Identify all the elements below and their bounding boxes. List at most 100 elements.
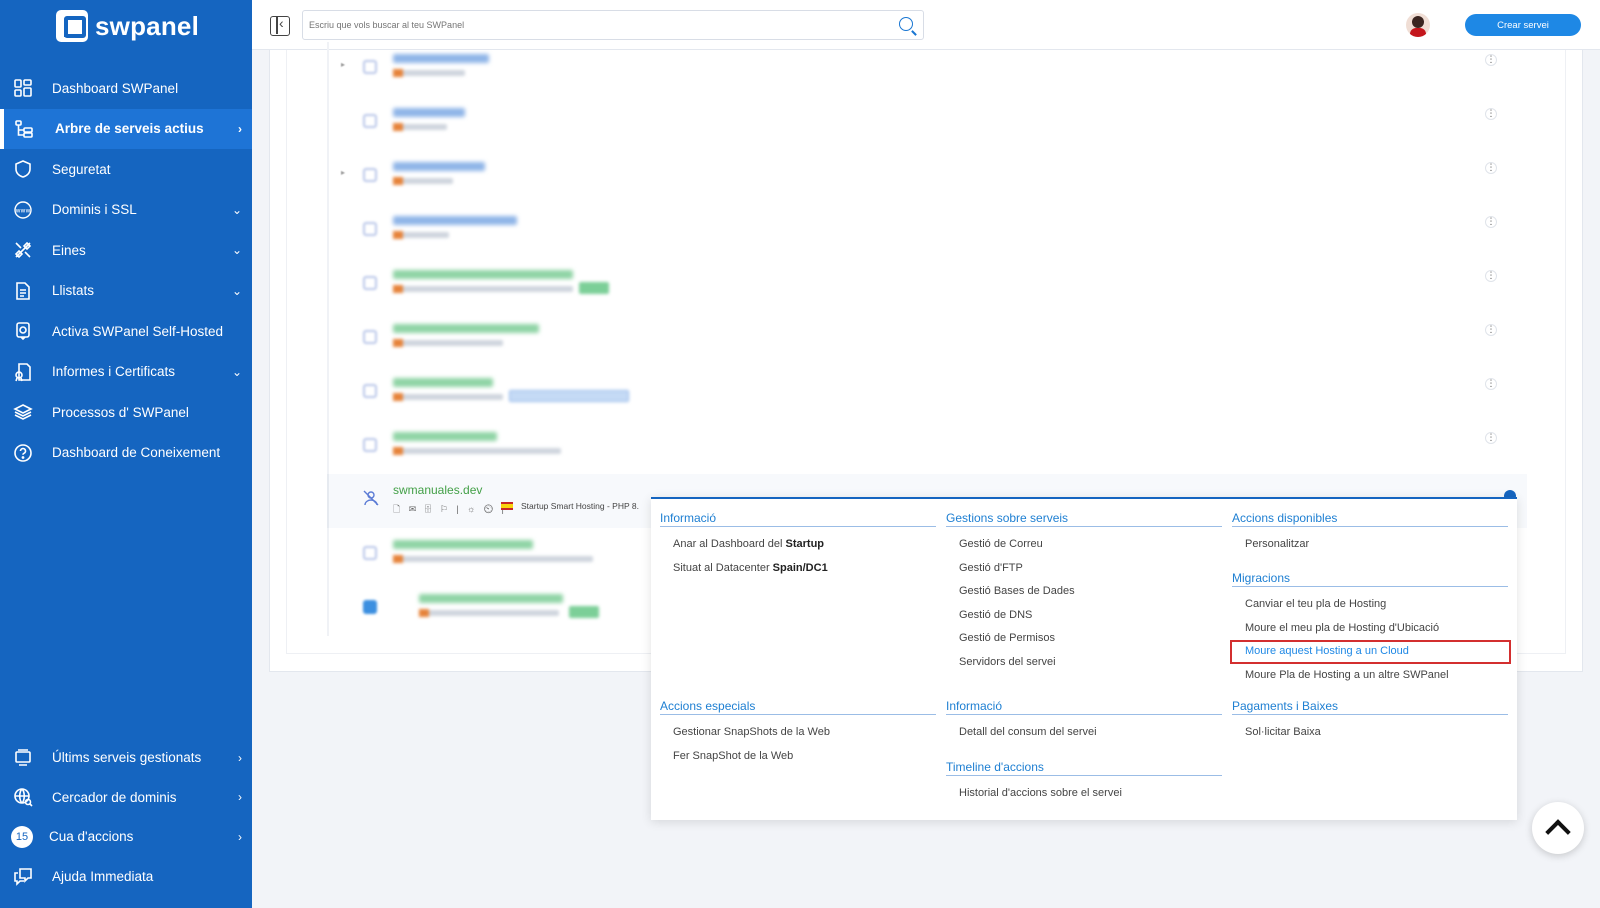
menu-item-ftp[interactable]: Gestió d'FTP [946,557,1222,581]
menu-section-title: Accions disponibles [1232,511,1508,527]
blurred-service-info [393,285,573,293]
sidebar-item-dashboard[interactable]: Dashboard SWPanel [0,68,252,109]
spain-flag-icon [501,502,513,510]
menu-item-bold: Startup [785,538,825,550]
menu-section-title: Migracions [1232,571,1508,587]
expand-icon[interactable]: ▸ [341,60,345,69]
menu-item-change-plan[interactable]: Canviar el teu pla de Hosting [1232,593,1508,617]
menu-item-permissions[interactable]: Gestió de Permisos [946,627,1222,651]
menu-item-action-history[interactable]: Historial d'accions sobre el servei [946,782,1222,806]
service-plan-info: Startup Smart Hosting - PHP 8. [521,501,639,511]
sidebar-item-reports[interactable]: Informes i Certificats ⌄ [0,352,252,393]
sidebar-item-self-hosted[interactable]: Activa SWPanel Self-Hosted [0,311,252,352]
sidebar-item-label: Dominis i SSL [52,202,137,218]
menu-item-text: Situat al Datacenter [673,561,773,574]
create-service-button[interactable]: Crear servei [1465,14,1581,36]
table-row[interactable]: ⋮ [327,96,1527,150]
sidebar-item-label: Seguretat [52,161,111,177]
shield-icon [12,158,34,180]
action-count-badge: 15 [11,825,33,848]
table-row[interactable]: ⋮ [327,204,1527,258]
menu-section-title: Timeline d'accions [946,760,1222,776]
sidebar-item-security[interactable]: Seguretat [0,149,252,190]
menu-item-request-cancel[interactable]: Sol·licitar Baixa [1232,721,1508,745]
table-row[interactable]: ⋮ [327,420,1527,474]
search-icon[interactable] [899,17,913,31]
user-icon [363,114,377,128]
sidebar-item-service-tree[interactable]: Arbre de serveis actius › [0,108,252,149]
user-icon [363,438,377,452]
kebab-menu-icon[interactable]: ⋮ [1485,54,1497,66]
sidebar-toggle-icon[interactable] [270,15,290,36]
menu-section-title: Accions especials [660,699,936,715]
blurred-service-name [393,324,539,333]
sidebar-item-lists[interactable]: Llistats ⌄ [0,271,252,312]
kebab-menu-icon[interactable]: ⋮ [1485,378,1497,390]
menu-item-make-snapshot[interactable]: Fer SnapShot de la Web [660,745,936,769]
user-icon [363,222,377,236]
sidebar-item-instant-help[interactable]: Ajuda Immediata [0,857,252,897]
sidebar-item-action-queue[interactable]: 15 Cua d'accions › [0,817,252,857]
menu-item-manage-snapshots[interactable]: Gestionar SnapShots de la Web [660,721,936,745]
menu-item-servers[interactable]: Servidors del servei [946,651,1222,675]
service-domain-link[interactable]: swmanuales.dev [393,483,482,497]
menu-item-usage-detail[interactable]: Detall del consum del servei [946,721,1222,745]
sidebar-item-domains-ssl[interactable]: www Dominis i SSL ⌄ [0,190,252,231]
kebab-menu-icon[interactable]: ⋮ [1485,432,1497,444]
sidebar-item-processes[interactable]: Processos d' SWPanel [0,392,252,433]
sidebar-item-recent-services[interactable]: Últims serveis gestionats › [0,738,252,778]
menu-item-dns[interactable]: Gestió de DNS [946,604,1222,628]
expand-icon[interactable]: ▸ [341,168,345,177]
brand-name: swpanel [95,10,199,41]
blurred-service-name [393,216,517,225]
user-icon [363,330,377,344]
menu-item-move-location[interactable]: Moure el meu pla de Hosting d'Ubicació [1232,617,1508,641]
brand-logo[interactable]: swpanel [56,10,199,42]
kebab-menu-icon[interactable]: ⋮ [1485,108,1497,120]
chevron-down-icon: ⌄ [231,364,242,379]
menu-item-datacenter: Situat al Datacenter Spain/DC1 [660,557,936,581]
table-row[interactable]: ▸ ⋮ [327,150,1527,204]
sidebar-item-label: Dashboard de Coneixement [52,445,221,461]
table-row[interactable]: ⋮ [327,258,1527,312]
kebab-menu-icon[interactable]: ⋮ [1485,324,1497,336]
sidebar-item-knowledge[interactable]: Dashboard de Coneixement [0,433,252,474]
badge-icon [12,320,34,342]
sidebar-item-label: Dashboard SWPanel [52,80,179,96]
menu-item-move-to-cloud[interactable]: Moure aquest Hosting a un Cloud [1230,640,1511,664]
scroll-to-top-button[interactable] [1532,802,1584,854]
blurred-service-name [419,594,563,603]
sidebar-item-label: Cercador de dominis [52,789,177,805]
avatar[interactable] [1406,13,1430,37]
menu-section-migrations: Migracions Canviar el teu pla de Hosting… [1230,571,1511,688]
menu-section-service-management: Gestions sobre serveis Gestió de Correu … [946,511,1222,674]
sidebar-bottom-nav: Últims serveis gestionats › Cercador de … [0,738,252,896]
monitor-icon [12,747,34,769]
menu-item-bold: Spain/DC1 [772,561,828,574]
table-row[interactable]: ⋮ [327,312,1527,366]
menu-section-available-actions: Accions disponibles Personalitzar [1232,511,1508,557]
sidebar-item-label: Informes i Certificats [52,364,176,380]
kebab-menu-icon[interactable]: ⋮ [1485,216,1497,228]
kebab-menu-icon[interactable]: ⋮ [1485,270,1497,282]
menu-item-move-other-swpanel[interactable]: Moure Pla de Hosting a un altre SWPanel [1232,664,1508,688]
sidebar-item-tools[interactable]: Eines ⌄ [0,230,252,271]
menu-section-timeline: Timeline d'accions Historial d'accions s… [946,760,1222,806]
sidebar-item-label: Cua d'accions [49,829,134,845]
swpanel-logo-icon [56,10,88,42]
menu-item-mail[interactable]: Gestió de Correu [946,533,1222,557]
menu-item-go-dashboard[interactable]: Anar al Dashboard del Startup [660,533,936,557]
menu-item-text: Anar al Dashboard del [673,538,786,550]
user-icon [363,276,377,290]
menu-item-customize[interactable]: Personalitzar [1232,533,1508,557]
menu-item-databases[interactable]: Gestió Bases de Dades [946,580,1222,604]
blurred-service-info [393,123,447,131]
blurred-service-name [393,108,465,117]
kebab-menu-icon[interactable]: ⋮ [1485,162,1497,174]
table-row[interactable]: ▸ ⋮ [327,42,1527,96]
search-input[interactable] [303,11,883,39]
status-badge [579,282,609,294]
sidebar-item-domain-search[interactable]: Cercador de dominis › [0,778,252,818]
user-icon [363,546,377,560]
table-row[interactable]: ⋮ [327,366,1527,420]
